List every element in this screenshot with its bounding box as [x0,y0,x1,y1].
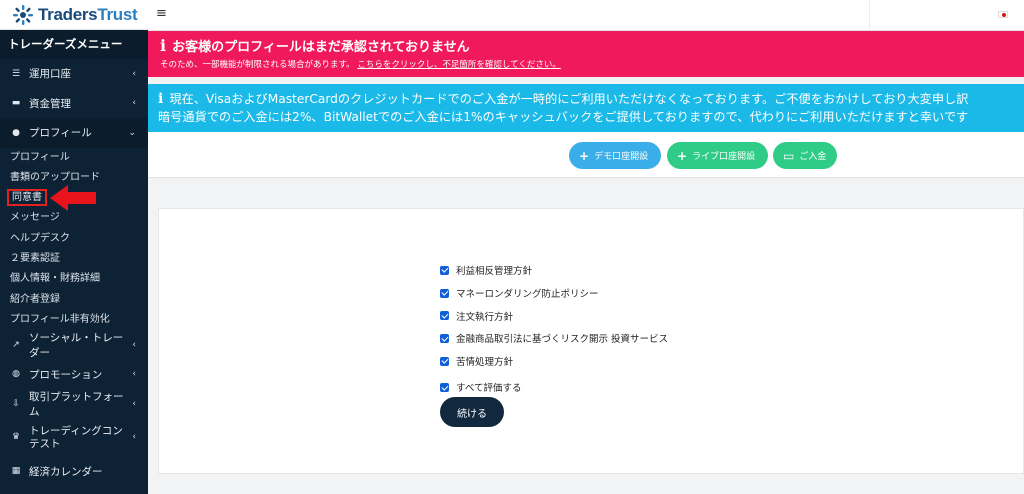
hamburger-icon[interactable]: ≡ [156,6,167,21]
japan-flag-icon[interactable] [998,11,1008,18]
sidebar-item-promotion[interactable]: ◍ プロモーション ‹ [0,360,148,390]
checkbox-checked[interactable] [440,311,449,321]
chevron-left-icon: ‹ [132,339,136,350]
chevron-down-icon: ⌄ [128,127,136,138]
info-icon: i [158,91,164,107]
brand-logo[interactable]: TradersTrust [0,0,148,30]
sidebar-item-funds[interactable]: ▬ 資金管理 ‹ [0,89,148,119]
chevron-left-icon: ‹ [132,68,136,79]
agreement-card: 利益相反管理方針 マネーロンダリング防止ポリシー 注文執行方針 金融商品取引法に… [158,208,1024,474]
sidebar-item-contest[interactable]: ♛ トレーディングコンテスト ‹ [0,419,148,457]
annotation-arrow-icon [50,185,96,211]
chevron-left-icon: ‹ [132,98,136,109]
sidebar-item-social-trader[interactable]: ↗ ソーシャル・トレーダー ‹ [0,330,148,360]
sidebar: TradersTrust トレーダーズメニュー ☰ 運用口座 ‹ ▬ 資金管理 … [0,0,148,494]
topbar-divider [869,0,870,31]
agreement-row[interactable]: 苦情処理方針 [440,350,668,373]
profile-alert-link[interactable]: こちらをクリックし、不足箇所を確認してください。 [357,60,561,70]
wallet-icon: ▬ [11,98,21,109]
notice-line-1: 現在、VisaおよびMasterCardのクレジットカードでのご入金が一時的にご… [169,92,969,106]
check-all-row[interactable]: すべて評価する [440,380,668,394]
plus-icon: + [677,148,688,163]
submenu-item-messages[interactable]: メッセージ [0,208,148,228]
agreement-row[interactable]: 金融商品取引法に基づくリスク開示 投資サービス [440,327,668,350]
submenu-item-personal-info[interactable]: 個人情報・財務詳細 [0,269,148,289]
profile-alert-title: お客様のプロフィールはまだ承認されておりません [172,40,470,55]
profile-alert-text: そのため、一部機能が制限される場合があります。 [160,60,355,70]
sidebar-item-profile[interactable]: ● プロフィール ⌄ [0,118,148,148]
chevron-left-icon: ‹ [132,432,136,443]
card-notice-alert: i 現在、VisaおよびMasterCardのクレジットカードでのご入金が一時的… [148,84,1024,132]
checkbox-checked[interactable] [440,265,449,275]
list-icon: ☰ [11,68,21,79]
checkbox-checked[interactable] [440,333,449,343]
submenu-item-deactivate[interactable]: プロフィール非有効化 [0,310,148,330]
credit-card-icon: ▭ [783,148,795,163]
deposit-button[interactable]: ▭ ご入金 [773,142,837,169]
chevron-left-icon: ‹ [132,398,136,409]
sidebar-item-platform[interactable]: ⇩ 取引プラットフォーム ‹ [0,389,148,419]
open-live-account-button[interactable]: + ライブ口座開設 [667,142,768,169]
checkbox-checked[interactable] [440,356,449,366]
notice-line-2: 暗号通貨でのご入金には2%、BitWalletでのご入金には1%のキャッシュバッ… [158,110,969,124]
trophy-icon: ♛ [11,432,21,443]
sidebar-item-calendar[interactable]: ▦ 経済カレンダー [0,457,148,487]
action-bar: + デモ口座開設 + ライブ口座開設 ▭ ご入金 [148,132,1024,178]
agreement-checklist: 利益相反管理方針 マネーロンダリング防止ポリシー 注文執行方針 金融商品取引法に… [440,259,668,394]
checkbox-checked[interactable] [440,288,449,298]
check-all-checkbox[interactable] [440,382,449,392]
brand-name: TradersTrust [38,4,138,24]
topbar: ≡ [148,0,1024,31]
agreement-row[interactable]: マネーロンダリング防止ポリシー [440,282,668,305]
sidebar-title: トレーダーズメニュー [0,30,148,59]
user-icon: ● [12,127,20,138]
calendar-icon: ▦ [11,466,21,477]
chevron-left-icon: ‹ [132,369,136,380]
continue-button[interactable]: 続ける [440,397,504,427]
download-icon: ⇩ [12,398,20,409]
logo-icon [12,4,34,26]
open-demo-account-button[interactable]: + デモ口座開設 [569,142,661,169]
agreement-row[interactable]: 利益相反管理方針 [440,259,668,282]
profile-submenu: プロフィール 書類のアップロード 同意書 メッセージ ヘルプデスク ２要素認証 … [0,147,148,331]
submenu-item-helpdesk[interactable]: ヘルプデスク [0,229,148,249]
submenu-item-referral[interactable]: 紹介者登録 [0,290,148,310]
plus-icon: + [579,148,590,163]
agreement-row[interactable]: 注文執行方針 [440,304,668,327]
globe-icon: ◍ [12,369,20,380]
profile-alert: i お客様のプロフィールはまだ承認されておりません そのため、一部機能が制限され… [148,31,1024,77]
chart-icon: ↗ [12,339,20,350]
submenu-item-profile[interactable]: プロフィール [0,148,148,168]
info-icon: i [160,36,167,55]
sidebar-item-accounts[interactable]: ☰ 運用口座 ‹ [0,59,148,89]
submenu-item-2fa[interactable]: ２要素認証 [0,249,148,269]
